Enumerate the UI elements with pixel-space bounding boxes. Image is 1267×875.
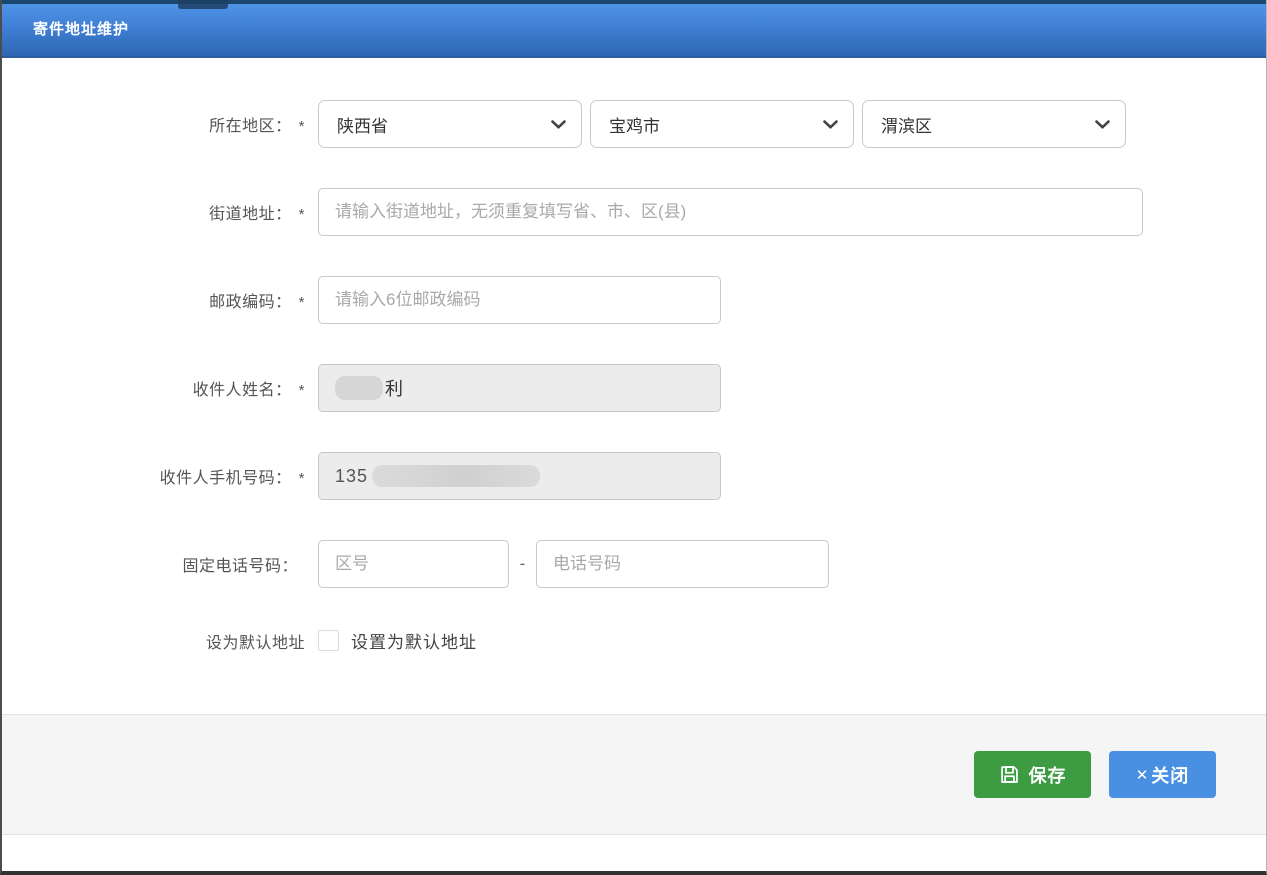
close-icon: ✕ — [1136, 766, 1150, 784]
required-asterisk: * — [299, 382, 305, 399]
close-button[interactable]: ✕ 关闭 — [1109, 751, 1216, 798]
form-row-default-address: 设为默认地址 设置为默认地址 — [2, 628, 1266, 653]
recipient-name-visible-text: 利 — [385, 375, 403, 401]
close-button-label: 关闭 — [1151, 762, 1189, 788]
city-select[interactable]: 宝鸡市 — [590, 100, 854, 148]
province-select-value: 陕西省 — [337, 112, 388, 137]
dialog-footer: 保存 ✕ 关闭 — [2, 714, 1266, 835]
form-row-region: 所在地区：* 陕西省 宝鸡市 渭滨区 — [2, 100, 1266, 148]
required-asterisk: * — [299, 470, 305, 487]
recipient-mobile-visible-text: 135 — [335, 466, 368, 487]
redaction-blur — [372, 465, 540, 487]
recipient-name-field: 利 — [318, 364, 721, 412]
form-row-landline: 固定电话号码： - — [2, 540, 1266, 588]
chevron-down-icon — [550, 119, 567, 130]
dialog-header: 寄件地址维护 — [2, 0, 1266, 58]
dialog-body: 所在地区：* 陕西省 宝鸡市 渭滨区 — [2, 58, 1266, 714]
street-label: 街道地址：* — [2, 200, 305, 224]
chevron-down-icon — [822, 119, 839, 130]
redaction-blur — [335, 376, 383, 400]
required-asterisk: * — [299, 118, 305, 135]
area-code-input[interactable] — [318, 540, 509, 588]
recipient-mobile-field: 135 — [318, 452, 721, 500]
form-row-street: 街道地址：* — [2, 188, 1266, 236]
dialog-title: 寄件地址维护 — [2, 4, 129, 56]
province-select[interactable]: 陕西省 — [318, 100, 582, 148]
landline-separator: - — [509, 554, 536, 574]
default-address-label: 设为默认地址 — [2, 629, 305, 653]
postcode-label: 邮政编码：* — [2, 288, 305, 312]
default-address-checkbox-label: 设置为默认地址 — [351, 628, 477, 653]
save-button-label: 保存 — [1029, 762, 1067, 788]
save-button[interactable]: 保存 — [974, 751, 1091, 798]
form-row-recipient-mobile: 收件人手机号码：* 135 — [2, 452, 1266, 500]
background-artifact — [178, 0, 228, 9]
form-row-postcode: 邮政编码：* — [2, 276, 1266, 324]
required-asterisk: * — [299, 294, 305, 311]
save-icon — [999, 764, 1020, 785]
landline-label: 固定电话号码： — [2, 552, 305, 576]
recipient-name-label: 收件人姓名：* — [2, 376, 305, 400]
chevron-down-icon — [1094, 119, 1111, 130]
district-select-value: 渭滨区 — [881, 112, 932, 137]
region-label: 所在地区：* — [2, 112, 305, 136]
address-maintenance-dialog: 寄件地址维护 所在地区：* 陕西省 宝鸡市 — [0, 0, 1267, 875]
street-input[interactable] — [318, 188, 1143, 236]
recipient-mobile-label: 收件人手机号码：* — [2, 464, 305, 488]
district-select[interactable]: 渭滨区 — [862, 100, 1126, 148]
form-row-recipient-name: 收件人姓名：* 利 — [2, 364, 1266, 412]
city-select-value: 宝鸡市 — [609, 112, 660, 137]
phone-number-input[interactable] — [536, 540, 829, 588]
postcode-input[interactable] — [318, 276, 721, 324]
required-asterisk: * — [299, 206, 305, 223]
default-address-checkbox[interactable] — [318, 630, 339, 651]
